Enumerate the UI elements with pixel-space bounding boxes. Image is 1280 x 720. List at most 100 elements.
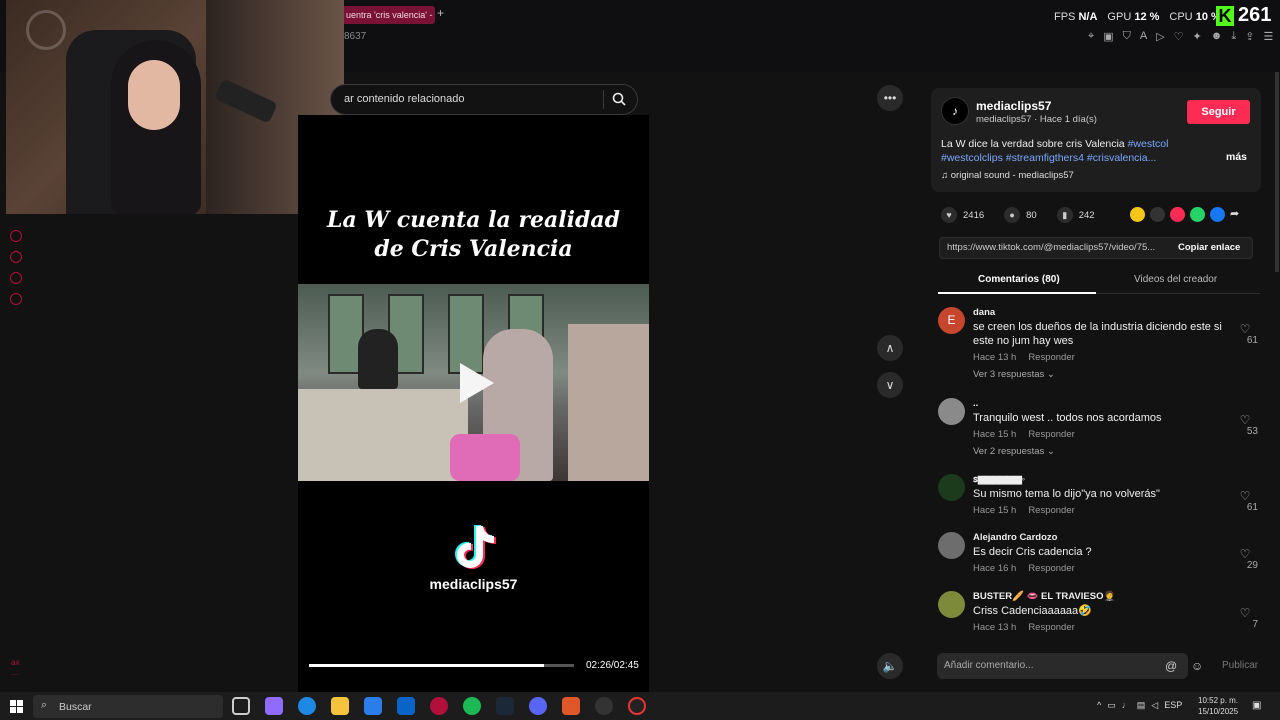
windows-start-icon[interactable] (10, 700, 23, 713)
creator-name[interactable]: mediaclips57 (976, 99, 1051, 113)
heart-icon[interactable]: ♥ (941, 207, 957, 223)
send-icon[interactable] (1170, 207, 1185, 222)
spotify-icon[interactable] (463, 697, 481, 715)
next-video-button[interactable]: ∨ (877, 372, 903, 398)
commenter-name[interactable]: dana (973, 307, 995, 318)
reply-button[interactable]: Responder (1028, 352, 1074, 363)
heart-outline-icon[interactable]: ♡ (1240, 606, 1251, 620)
vlc-icon[interactable] (562, 697, 580, 715)
creator-avatar[interactable]: ♪ (941, 97, 969, 125)
volume-button[interactable]: 🔈 (877, 653, 903, 679)
store-icon[interactable] (364, 697, 382, 715)
view-replies-link[interactable]: Ver 3 respuestas ⌄ (973, 369, 1055, 380)
heart-outline-icon[interactable]: ♡ (1240, 322, 1251, 336)
volume-icon[interactable]: ◁ (1151, 700, 1158, 711)
chevron-up-icon[interactable]: ^ (1097, 700, 1101, 711)
commenter-name[interactable]: ꜱ▆▆▆▆▆▆◦ (973, 474, 1025, 485)
commenter-avatar[interactable]: E (938, 307, 965, 334)
commenter-name[interactable]: .. (973, 398, 978, 409)
hashtag-link[interactable]: #westcol (1128, 138, 1169, 150)
more-link[interactable]: más (1226, 151, 1247, 163)
pin-icon[interactable]: ⌖ (1088, 30, 1094, 43)
follow-button[interactable]: Seguir (1187, 100, 1250, 124)
webcam-overlay (6, 0, 344, 214)
whatsapp-icon[interactable] (1190, 207, 1205, 222)
more-options-button[interactable]: ••• (877, 85, 903, 111)
share-arrow-icon[interactable]: ➦ (1230, 207, 1245, 222)
reply-button[interactable]: Responder (1028, 622, 1074, 633)
hashtag-link[interactable]: #streamfigthers4 (1006, 152, 1084, 164)
commenter-avatar[interactable] (938, 398, 965, 425)
read-aloud-icon[interactable]: ▷ (1156, 30, 1164, 43)
commenter-avatar[interactable] (938, 532, 965, 559)
commenter-avatar[interactable] (938, 474, 965, 501)
edge-icon[interactable] (298, 697, 316, 715)
reply-button[interactable]: Responder (1028, 429, 1074, 440)
facebook-icon[interactable] (1210, 207, 1225, 222)
settings-icon[interactable] (10, 293, 22, 305)
scrollbar[interactable] (1275, 72, 1279, 272)
favorite-icon[interactable]: ♡ (1174, 30, 1184, 43)
mention-icon[interactable]: @ (1165, 659, 1177, 673)
clock-icon[interactable] (10, 251, 22, 263)
embed-icon[interactable] (1150, 207, 1165, 222)
reply-button[interactable]: Responder (1028, 563, 1074, 574)
emoji-icon[interactable]: ☺ (1191, 659, 1203, 673)
taskbar-search-input[interactable]: Buscar (59, 701, 92, 713)
record-icon[interactable] (10, 230, 22, 242)
reply-button[interactable]: Responder (1028, 505, 1074, 516)
search-input[interactable]: ar contenido relacionado (344, 93, 464, 105)
shield-icon[interactable]: ⛉ (1123, 30, 1131, 43)
play-icon[interactable] (460, 363, 494, 403)
share-icon[interactable]: ⇪ (1245, 30, 1254, 43)
copilot-icon[interactable] (265, 697, 283, 715)
copy-link-button[interactable]: Copiar enlace (1178, 242, 1240, 253)
comment-like[interactable]: ♡ (1238, 604, 1252, 622)
microphone-icon[interactable]: ♩ (1122, 700, 1131, 711)
language-indicator[interactable]: ESP (1164, 700, 1182, 711)
bookmark-icon[interactable]: ▮ (1056, 207, 1073, 223)
commenter-name[interactable]: BUSTER🥖 👄 EL TRAVIESO🤵 (973, 591, 1115, 602)
heart-outline-icon[interactable]: ♡ (1240, 413, 1251, 427)
notification-icon[interactable]: ▣ (1252, 700, 1261, 711)
taskbar-clock[interactable]: 10:52 p. m. 15/10/2025 (1198, 695, 1238, 717)
friends-share-icon[interactable] (1130, 207, 1145, 222)
translate-icon[interactable]: A (1140, 30, 1147, 43)
obs-icon[interactable] (595, 697, 613, 715)
search-icon[interactable] (612, 92, 626, 106)
battery-icon[interactable]: ▭ (1107, 700, 1116, 711)
file-explorer-icon[interactable] (331, 697, 349, 715)
commenter-avatar[interactable] (938, 591, 965, 618)
tab-comments[interactable]: Comentarios (80) (978, 274, 1060, 285)
screenshot-icon[interactable]: ▣ (1103, 30, 1113, 43)
network-icon[interactable]: ▤ (1137, 700, 1146, 711)
commenter-name[interactable]: Alejandro Cardozo (973, 532, 1057, 543)
opera-gx-icon[interactable] (430, 697, 448, 715)
video-link[interactable]: https://www.tiktok.com/@mediaclips57/vid… (947, 242, 1167, 253)
hashtag-link[interactable]: #crisvalencia... (1087, 152, 1156, 164)
gpu-readout: GPU 12 % (1107, 11, 1160, 23)
record-app-icon[interactable] (628, 697, 646, 715)
steam-icon[interactable] (496, 697, 514, 715)
heart-outline-icon[interactable]: ♡ (1240, 489, 1251, 503)
extensions-icon[interactable]: ✦ (1193, 30, 1202, 43)
new-tab-button[interactable]: + (437, 6, 444, 20)
previous-video-button[interactable]: ∧ (877, 335, 903, 361)
browser-tab[interactable]: uentra 'cris valencia' - (340, 6, 435, 24)
heart-outline-icon[interactable]: ♡ (1240, 547, 1251, 561)
publish-button[interactable]: Publicar (1222, 660, 1258, 671)
outlook-icon[interactable] (397, 697, 415, 715)
profile-icon[interactable]: ☻ (1211, 30, 1223, 43)
download-icon[interactable]: ⤓ (1231, 30, 1236, 43)
sound-link[interactable]: ♫ original sound - mediaclips57 (941, 170, 1074, 181)
view-replies-link[interactable]: Ver 2 respuestas ⌄ (973, 446, 1055, 457)
discord-icon[interactable] (529, 697, 547, 715)
tab-creator-videos[interactable]: Videos del creador (1134, 274, 1217, 285)
comment-input[interactable]: Añadir comentario... (944, 660, 1034, 671)
task-view-icon[interactable] (232, 697, 250, 715)
chat-icon[interactable] (10, 272, 22, 284)
tiktok-logo-icon (455, 525, 496, 569)
hashtag-link[interactable]: #westcolclips (941, 152, 1003, 164)
menu-icon[interactable]: ☰ (1263, 30, 1273, 43)
comment-icon[interactable]: ● (1004, 207, 1021, 223)
